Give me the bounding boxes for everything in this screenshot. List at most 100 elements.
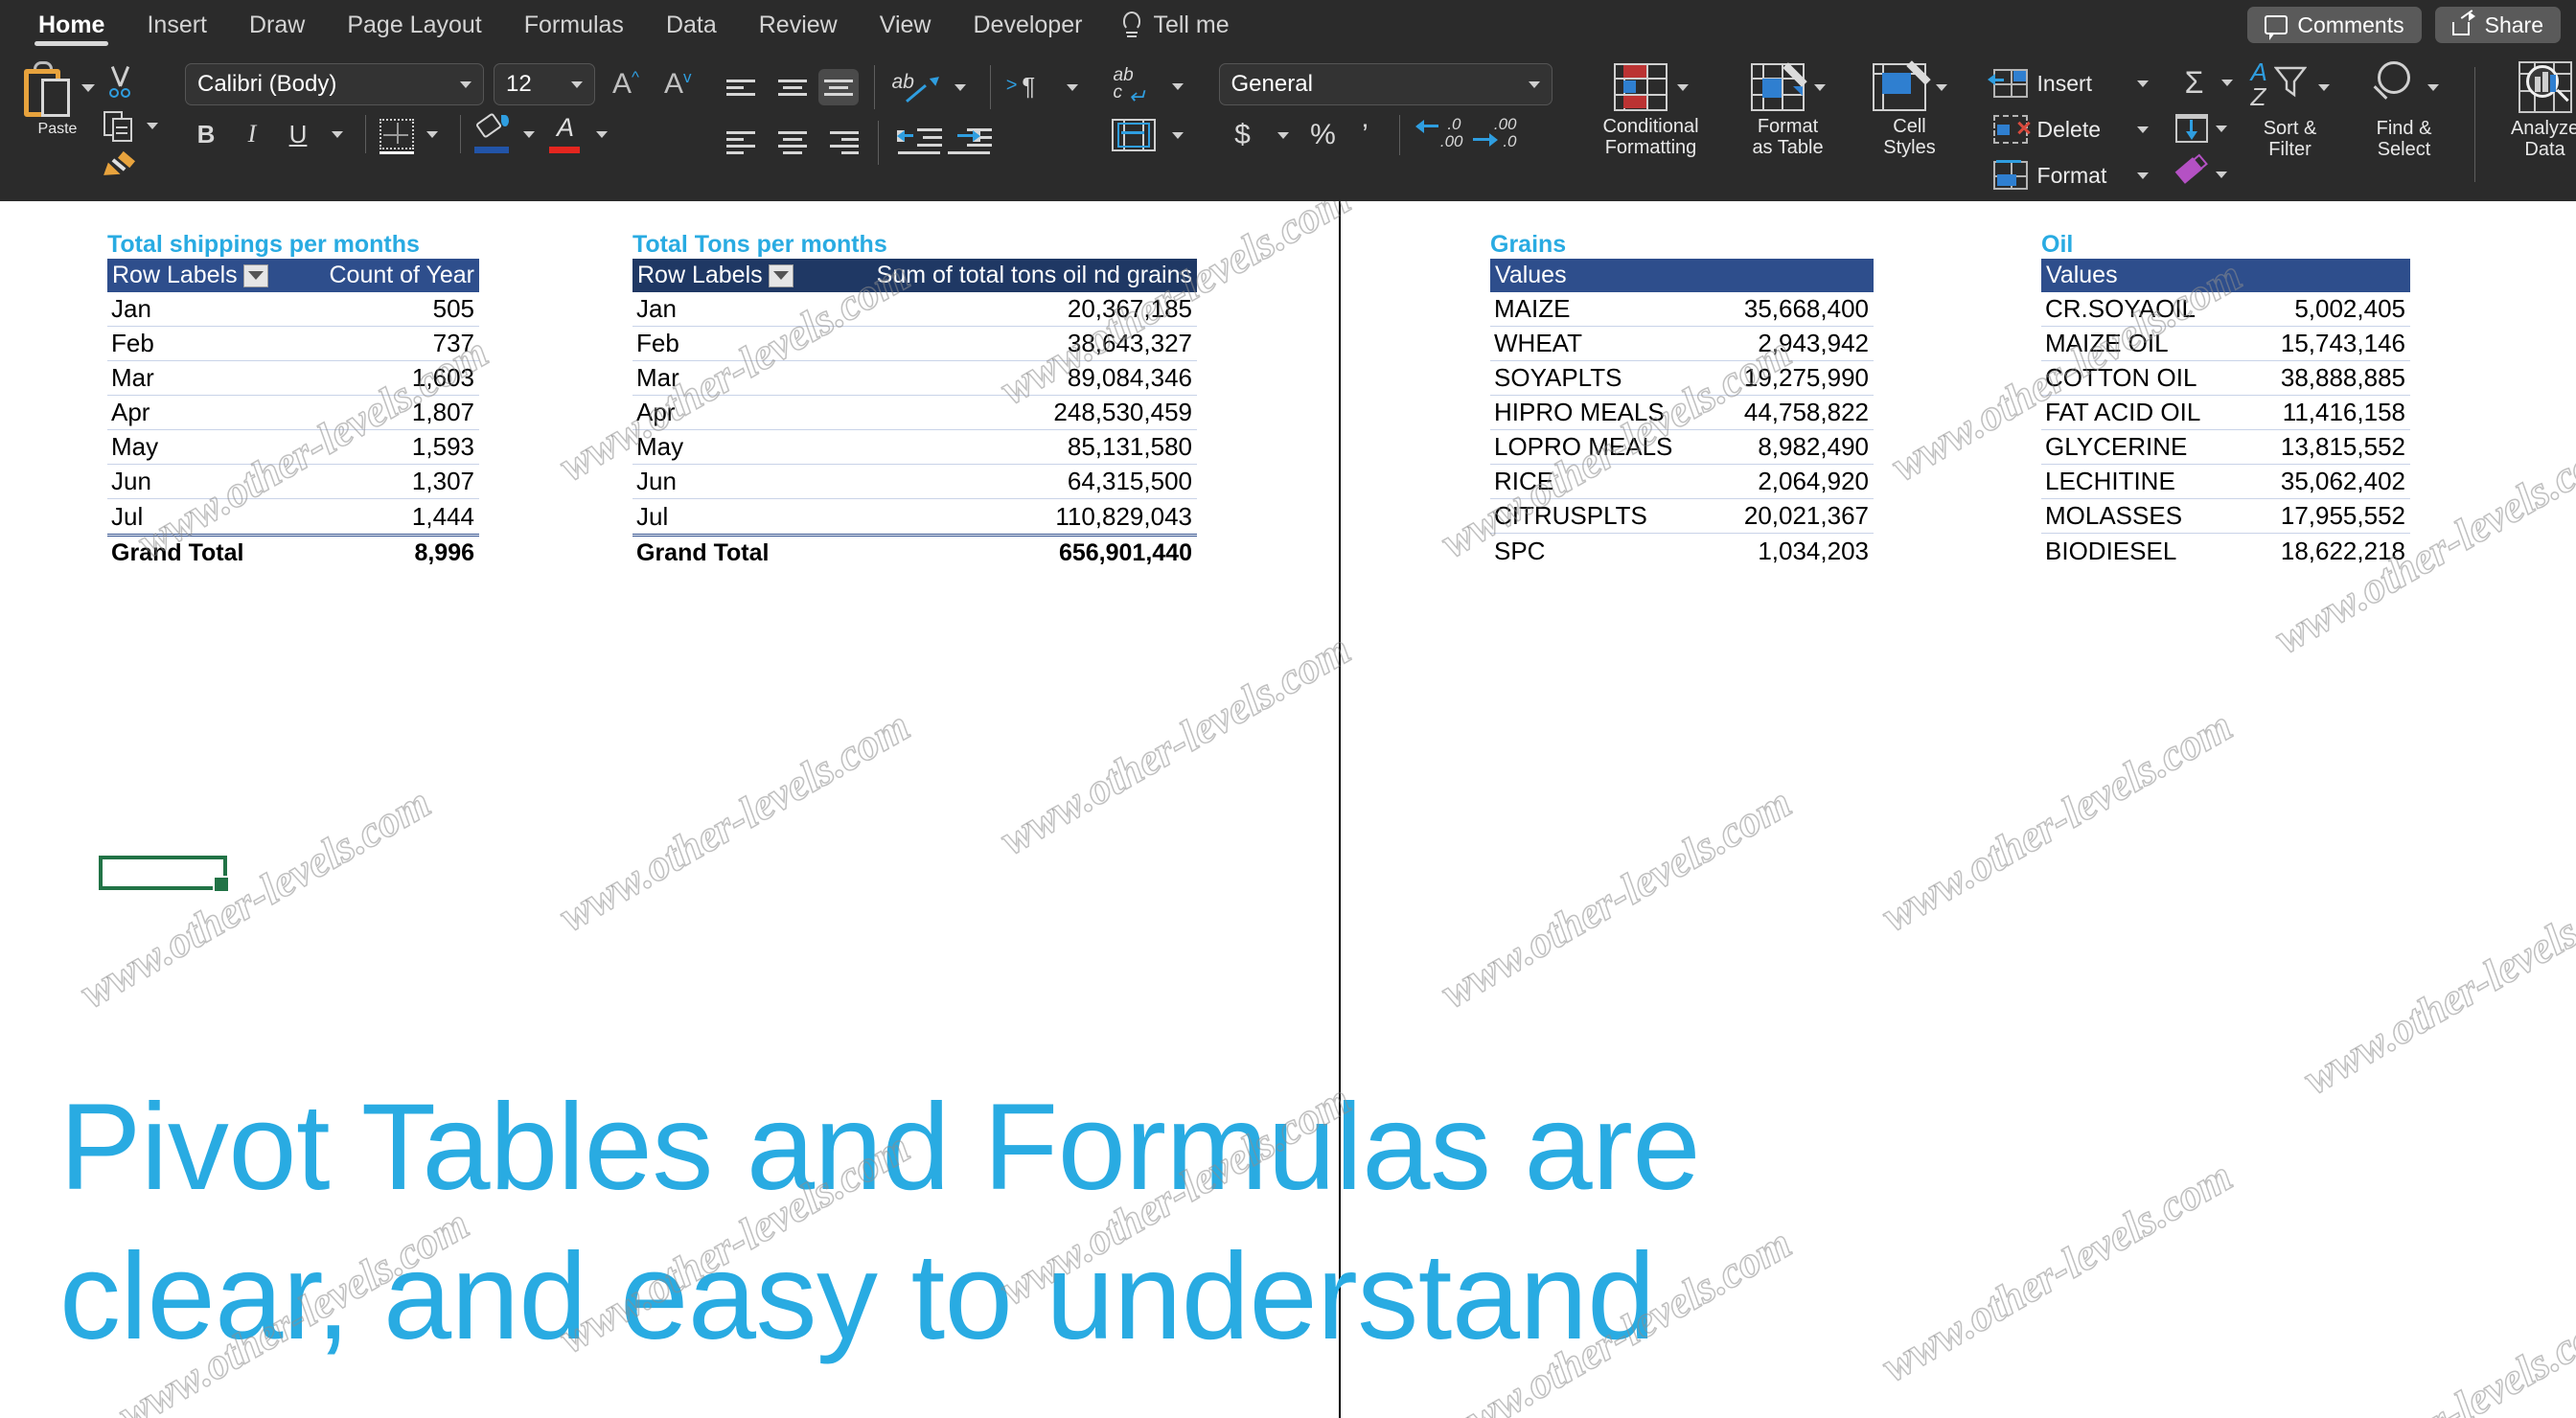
table-row[interactable]: Jul 1,444 — [107, 499, 479, 534]
chevron-down-icon[interactable] — [2136, 172, 2149, 179]
align-center-button[interactable] — [772, 125, 813, 161]
wrap-text-button[interactable]: ab c ↵ — [1112, 65, 1156, 108]
tab-draw[interactable]: Draw — [228, 0, 326, 50]
copy-button[interactable] — [102, 105, 158, 146]
tab-review[interactable]: Review — [738, 0, 859, 50]
tab-formulas[interactable]: Formulas — [503, 0, 645, 50]
table-row[interactable]: May 85,131,580 — [632, 430, 1197, 465]
tab-home[interactable]: Home — [17, 0, 126, 50]
align-left-button[interactable] — [725, 125, 767, 161]
align-bottom-button[interactable] — [817, 69, 859, 105]
currency-button[interactable]: $ — [1227, 119, 1259, 151]
chevron-down-icon[interactable] — [2317, 83, 2330, 91]
align-middle-button[interactable] — [772, 69, 813, 105]
increase-decimal-button[interactable]: .00.0 — [1472, 115, 1519, 153]
borders-button[interactable] — [380, 119, 414, 154]
fill-color-button[interactable] — [474, 112, 511, 153]
increase-indent-button[interactable] — [947, 126, 992, 159]
tab-developer[interactable]: Developer — [952, 0, 1103, 50]
table-row[interactable]: MAIZE 35,668,400 — [1490, 292, 1874, 327]
chevron-down-icon[interactable] — [571, 80, 583, 88]
table-row[interactable]: Mar 1,603 — [107, 361, 479, 396]
sort-filter-button[interactable]: A Z Sort & Filter — [2233, 56, 2348, 160]
merge-center-button[interactable] — [1111, 119, 1156, 151]
chevron-down-icon[interactable] — [1676, 83, 1689, 91]
italic-button[interactable]: I — [231, 115, 273, 153]
table-row[interactable]: CR.SOYAOIL 5,002,405 — [2041, 292, 2410, 327]
font-size-combo[interactable]: 12 — [494, 63, 595, 105]
underline-button[interactable]: U — [277, 115, 319, 153]
table-row[interactable]: Feb 38,643,327 — [632, 327, 1197, 361]
share-button[interactable]: Share — [2434, 7, 2561, 43]
increase-font-size-button[interactable]: A^ — [605, 68, 647, 101]
table-row[interactable]: FAT ACID OIL 11,416,158 — [2041, 396, 2410, 430]
table-row[interactable]: LOPRO MEALS 8,982,490 — [1490, 430, 1874, 465]
comma-style-button[interactable]: ’ — [1349, 119, 1382, 151]
tab-page-layout[interactable]: Page Layout — [326, 0, 502, 50]
borders-dropdown[interactable] — [418, 130, 447, 138]
table-row[interactable]: LECHITINE 35,062,402 — [2041, 465, 2410, 499]
decrease-indent-button[interactable] — [896, 126, 942, 159]
text-direction-button[interactable]: > ¶ — [1006, 70, 1052, 104]
table-row[interactable]: Jun 1,307 — [107, 465, 479, 499]
table-row[interactable]: SOYAPLTS 19,275,990 — [1490, 361, 1874, 396]
table-row[interactable]: BIODIESEL 18,622,218 — [2041, 534, 2410, 568]
tell-me-button[interactable]: Tell me — [1103, 11, 1248, 39]
table-row[interactable]: MAIZE OIL 15,743,146 — [2041, 327, 2410, 361]
table-row[interactable]: RICE 2,064,920 — [1490, 465, 1874, 499]
table-row[interactable]: SPC 1,034,203 — [1490, 534, 1874, 568]
chevron-down-icon[interactable] — [2136, 126, 2149, 133]
table-row[interactable]: Apr 1,807 — [107, 396, 479, 430]
decrease-font-size-button[interactable]: Av — [656, 68, 700, 101]
tab-view[interactable]: View — [859, 0, 953, 50]
table-row[interactable]: Jun 64,315,500 — [632, 465, 1197, 499]
paste-dropdown-icon[interactable] — [81, 84, 95, 92]
comments-button[interactable]: Comments — [2247, 7, 2422, 43]
chevron-down-icon[interactable] — [1528, 80, 1540, 88]
table-row[interactable]: WHEAT 2,943,942 — [1490, 327, 1874, 361]
underline-dropdown[interactable] — [323, 130, 352, 138]
filter-dropdown-icon[interactable] — [768, 263, 794, 287]
chevron-down-icon[interactable] — [1813, 83, 1826, 91]
chevron-down-icon[interactable] — [2426, 83, 2439, 91]
table-row[interactable]: GLYCERINE 13,815,552 — [2041, 430, 2410, 465]
copy-dropdown-icon[interactable] — [147, 122, 158, 129]
align-right-button[interactable] — [818, 125, 859, 161]
orientation-dropdown[interactable] — [946, 83, 975, 91]
font-name-combo[interactable]: Calibri (Body) — [185, 63, 484, 105]
table-row[interactable]: Apr 248,530,459 — [632, 396, 1197, 430]
wrap-text-dropdown[interactable] — [1163, 82, 1192, 90]
table-row[interactable]: Feb 737 — [107, 327, 479, 361]
autosum-button[interactable]: Σ — [2175, 61, 2233, 103]
text-direction-dropdown[interactable] — [1058, 83, 1087, 91]
table-row[interactable]: Jan 505 — [107, 292, 479, 327]
tab-insert[interactable]: Insert — [126, 0, 228, 50]
table-row[interactable]: Jul 110,829,043 — [632, 499, 1197, 534]
decrease-decimal-button[interactable]: .0.00 — [1414, 115, 1463, 153]
percent-style-button[interactable]: % — [1307, 119, 1340, 151]
number-format-combo[interactable]: General — [1218, 63, 1552, 105]
filter-dropdown-icon[interactable] — [242, 263, 268, 287]
currency-dropdown[interactable] — [1269, 131, 1298, 139]
fill-color-dropdown[interactable] — [515, 130, 543, 138]
find-select-button[interactable]: Find & Select — [2348, 56, 2461, 160]
worksheet-canvas[interactable]: Total shippings per months Row Labels Co… — [0, 201, 2576, 1418]
table-row[interactable]: Mar 89,084,346 — [632, 361, 1197, 396]
grand-total-row[interactable]: Grand Total 656,901,440 — [632, 534, 1197, 570]
table-row[interactable]: HIPRO MEALS 44,758,822 — [1490, 396, 1874, 430]
chevron-down-icon[interactable] — [2220, 79, 2233, 86]
insert-cells-button[interactable]: Insert — [1987, 63, 2149, 103]
merge-center-dropdown[interactable] — [1163, 131, 1192, 139]
table-row[interactable]: MOLASSES 17,955,552 — [2041, 499, 2410, 534]
font-color-button[interactable]: A — [547, 113, 584, 153]
font-color-dropdown[interactable] — [587, 130, 616, 138]
delete-cells-button[interactable]: Delete — [1992, 109, 2149, 149]
table-row[interactable]: May 1,593 — [107, 430, 479, 465]
cut-button[interactable] — [102, 61, 158, 102]
chevron-down-icon[interactable] — [2215, 125, 2227, 132]
grand-total-row[interactable]: Grand Total 8,996 — [107, 534, 479, 570]
chevron-down-icon[interactable] — [2136, 80, 2149, 87]
conditional-formatting-button[interactable]: Conditional Formatting — [1579, 56, 1723, 158]
format-as-table-button[interactable]: Format as Table — [1727, 56, 1850, 158]
clear-button[interactable] — [2174, 153, 2233, 195]
